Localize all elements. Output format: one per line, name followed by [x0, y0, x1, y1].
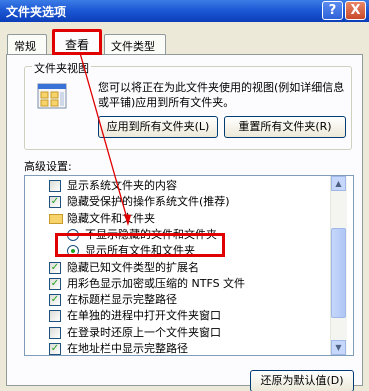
help-button[interactable]: ?: [322, 1, 343, 20]
checkbox-checked[interactable]: ✓: [49, 277, 61, 290]
advanced-option-label: 隐藏受保护的操作系统文件(推荐): [67, 195, 230, 209]
folder-views-description: 您可以将正在为此文件夹使用的视图(例如详细信息或平铺)应用到所有文件夹。: [98, 81, 345, 109]
checkbox-unchecked[interactable]: [49, 326, 61, 339]
advanced-option-label: 隐藏文件和文件夹: [67, 211, 155, 225]
tab-general[interactable]: 常规: [7, 34, 47, 54]
checkbox-checked[interactable]: ✓: [49, 294, 61, 307]
restore-defaults-button[interactable]: 还原为默认值(D): [250, 370, 354, 391]
apply-to-all-folders-button[interactable]: 应用到所有文件夹(L): [98, 116, 218, 138]
reset-all-folders-button[interactable]: 重置所有文件夹(R): [224, 116, 346, 138]
advanced-option-label: 在标题栏显示完整路径: [67, 293, 177, 307]
checkbox-checked[interactable]: ✓: [49, 261, 61, 274]
advanced-option-label: 在单独的进程中打开文件夹窗口: [67, 309, 221, 323]
checkbox-unchecked[interactable]: [49, 180, 61, 192]
advanced-option-label: 用彩色显示加密或压缩的 NTFS 文件: [67, 276, 246, 290]
advanced-option-label: 在地址栏中显示完整路径: [67, 342, 188, 355]
scroll-down-button[interactable]: ▼: [331, 340, 346, 355]
folder-views-icon: [37, 83, 67, 109]
checkbox-checked[interactable]: ✓: [49, 343, 61, 355]
tab-view[interactable]: 查看: [52, 29, 102, 55]
advanced-option-label: 在登录时还原上一个文件夹窗口: [67, 325, 221, 339]
scrollbar-thumb[interactable]: [331, 228, 346, 318]
checkbox-unchecked[interactable]: [49, 310, 61, 323]
tab-file-types[interactable]: 文件类型: [104, 34, 166, 54]
close-button[interactable]: X: [345, 1, 366, 20]
folder-icon: [49, 213, 63, 224]
advanced-settings-list[interactable]: 显示系统文件夹的内容 ✓ 隐藏受保护的操作系统文件(推荐) 隐藏文件和文件夹 不显示隐藏…: [24, 175, 354, 356]
checkbox-checked[interactable]: ✓: [49, 196, 61, 209]
annotation-highlight-box: [55, 233, 225, 257]
advanced-option-label: 隐藏已知文件类型的扩展名: [67, 260, 199, 274]
window-title: 文件夹选项: [6, 5, 67, 19]
advanced-settings-label: 高级设置:: [24, 160, 72, 173]
advanced-option-label: 显示系统文件夹的内容: [67, 179, 177, 192]
folder-views-legend: 文件夹视图: [32, 60, 91, 76]
scroll-up-button[interactable]: ▲: [331, 176, 346, 191]
